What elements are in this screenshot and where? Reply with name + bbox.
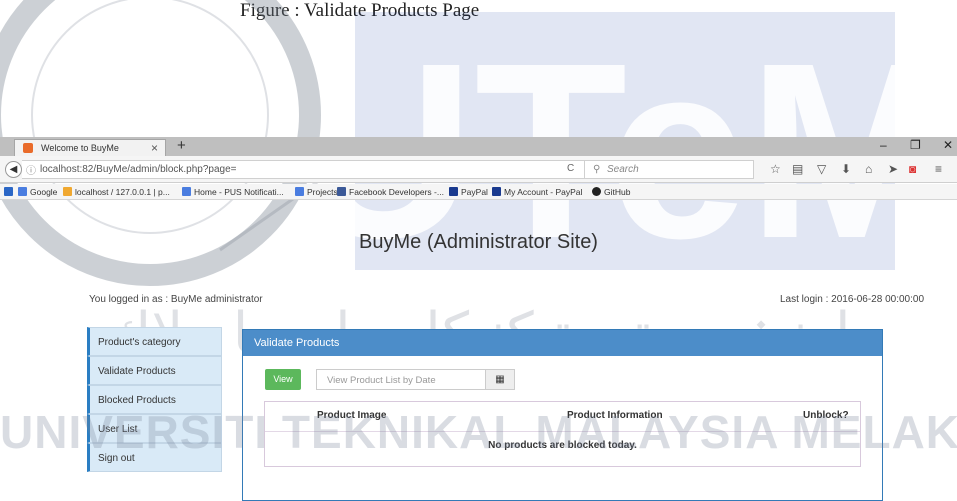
date-filter-placeholder: View Product List by Date <box>327 375 436 386</box>
bookmark-localhost[interactable]: localhost / 127.0.0.1 | p... <box>63 187 170 197</box>
facebook-icon <box>337 187 346 196</box>
logged-in-text: You logged in as : BuyMe administrator <box>89 294 263 305</box>
sidebar-item-user-list[interactable]: User List <box>87 414 222 443</box>
bookmark-paypal[interactable]: PayPal <box>449 187 488 197</box>
bookmark-star-icon[interactable]: ☆ <box>770 162 781 176</box>
paypal-icon <box>492 187 501 196</box>
pdf-extension-icon[interactable]: ◙ <box>909 162 916 176</box>
sidebar-item-validate-products[interactable]: Validate Products <box>87 356 222 385</box>
validate-products-panel: Validate Products View View Product List… <box>242 329 883 501</box>
bookmark-paypal-account[interactable]: My Account - PayPal <box>492 187 582 197</box>
browser-tab[interactable]: Welcome to BuyMe × <box>14 139 166 156</box>
minimize-icon[interactable]: – <box>880 138 887 152</box>
column-header-unblock: Unblock? <box>803 410 849 421</box>
bookmark-github[interactable]: GitHub <box>592 187 630 197</box>
last-login-text: Last login : 2016-06-28 00:00:00 <box>780 294 924 305</box>
browser-nav-bar: localhost:82/BuyMe/admin/block.php?page=… <box>0 156 957 183</box>
restore-icon[interactable]: ❐ <box>910 138 921 152</box>
empty-table-message: No products are blocked today. <box>488 440 637 451</box>
site-title: BuyMe (Administrator Site) <box>359 231 598 253</box>
google-icon <box>295 187 304 196</box>
admin-sidebar: Product's category Validate Products Blo… <box>87 327 222 472</box>
sidebar-item-sign-out[interactable]: Sign out <box>87 443 222 472</box>
column-header-product-information: Product Information <box>567 410 663 421</box>
column-header-product-image: Product Image <box>317 410 387 421</box>
panel-title: Validate Products <box>243 330 882 356</box>
site-info-icon[interactable]: ⓘ <box>26 162 36 177</box>
bookmark-pus[interactable]: Home - PUS Notificati... <box>182 187 284 197</box>
tab-title: Welcome to BuyMe <box>41 143 119 153</box>
calendar-icon[interactable]: ▦ <box>486 369 515 390</box>
bookmark-projects[interactable]: Projects <box>295 187 338 197</box>
browser-tab-bar: Welcome to BuyMe × + – ❐ ✕ <box>0 137 957 156</box>
github-icon <box>592 187 601 196</box>
bookmarks-library-icon[interactable]: ▤ <box>792 162 803 176</box>
url-text: localhost:82/BuyMe/admin/block.php?page= <box>40 164 237 175</box>
pocket-icon[interactable]: ▽ <box>817 162 826 176</box>
sidebar-item-products-category[interactable]: Product's category <box>87 327 222 356</box>
table-divider <box>265 431 860 432</box>
products-table: Product Image Product Information Unbloc… <box>264 401 861 467</box>
back-arrow-icon[interactable]: ◀ <box>5 161 22 178</box>
figure-caption: Figure : Validate Products Page <box>240 0 480 21</box>
tab-close-icon[interactable]: × <box>151 141 158 155</box>
bookmarks-menu-icon[interactable] <box>4 187 16 197</box>
date-filter-input[interactable]: View Product List by Date <box>316 369 486 390</box>
downloads-icon[interactable]: ⬇ <box>841 162 851 176</box>
google-icon <box>182 187 191 196</box>
favicon-icon <box>23 143 33 153</box>
reload-icon[interactable]: C <box>567 163 574 174</box>
paypal-icon <box>449 187 458 196</box>
google-icon <box>18 187 27 196</box>
send-icon[interactable]: ➤ <box>888 162 898 176</box>
new-tab-icon[interactable]: + <box>177 137 186 154</box>
view-button[interactable]: View <box>265 369 301 390</box>
search-icon: ⚲ <box>593 164 601 175</box>
home-icon[interactable]: ⌂ <box>865 162 872 176</box>
bookmark-google[interactable]: Google <box>18 187 57 197</box>
menu-icon[interactable]: ≡ <box>935 162 942 176</box>
bookmark-facebook[interactable]: Facebook Developers -... <box>337 187 444 197</box>
search-input[interactable]: ⚲ Search <box>584 160 754 179</box>
url-bar[interactable]: localhost:82/BuyMe/admin/block.php?page= <box>22 160 585 179</box>
document-caption-area: Figure : Validate Products Page <box>0 0 957 135</box>
phpmyadmin-icon <box>63 187 72 196</box>
bookmarks-bar: Google localhost / 127.0.0.1 | p... Home… <box>0 184 957 200</box>
window-close-icon[interactable]: ✕ <box>943 138 953 152</box>
search-placeholder: Search <box>607 164 639 175</box>
sidebar-item-blocked-products[interactable]: Blocked Products <box>87 385 222 414</box>
